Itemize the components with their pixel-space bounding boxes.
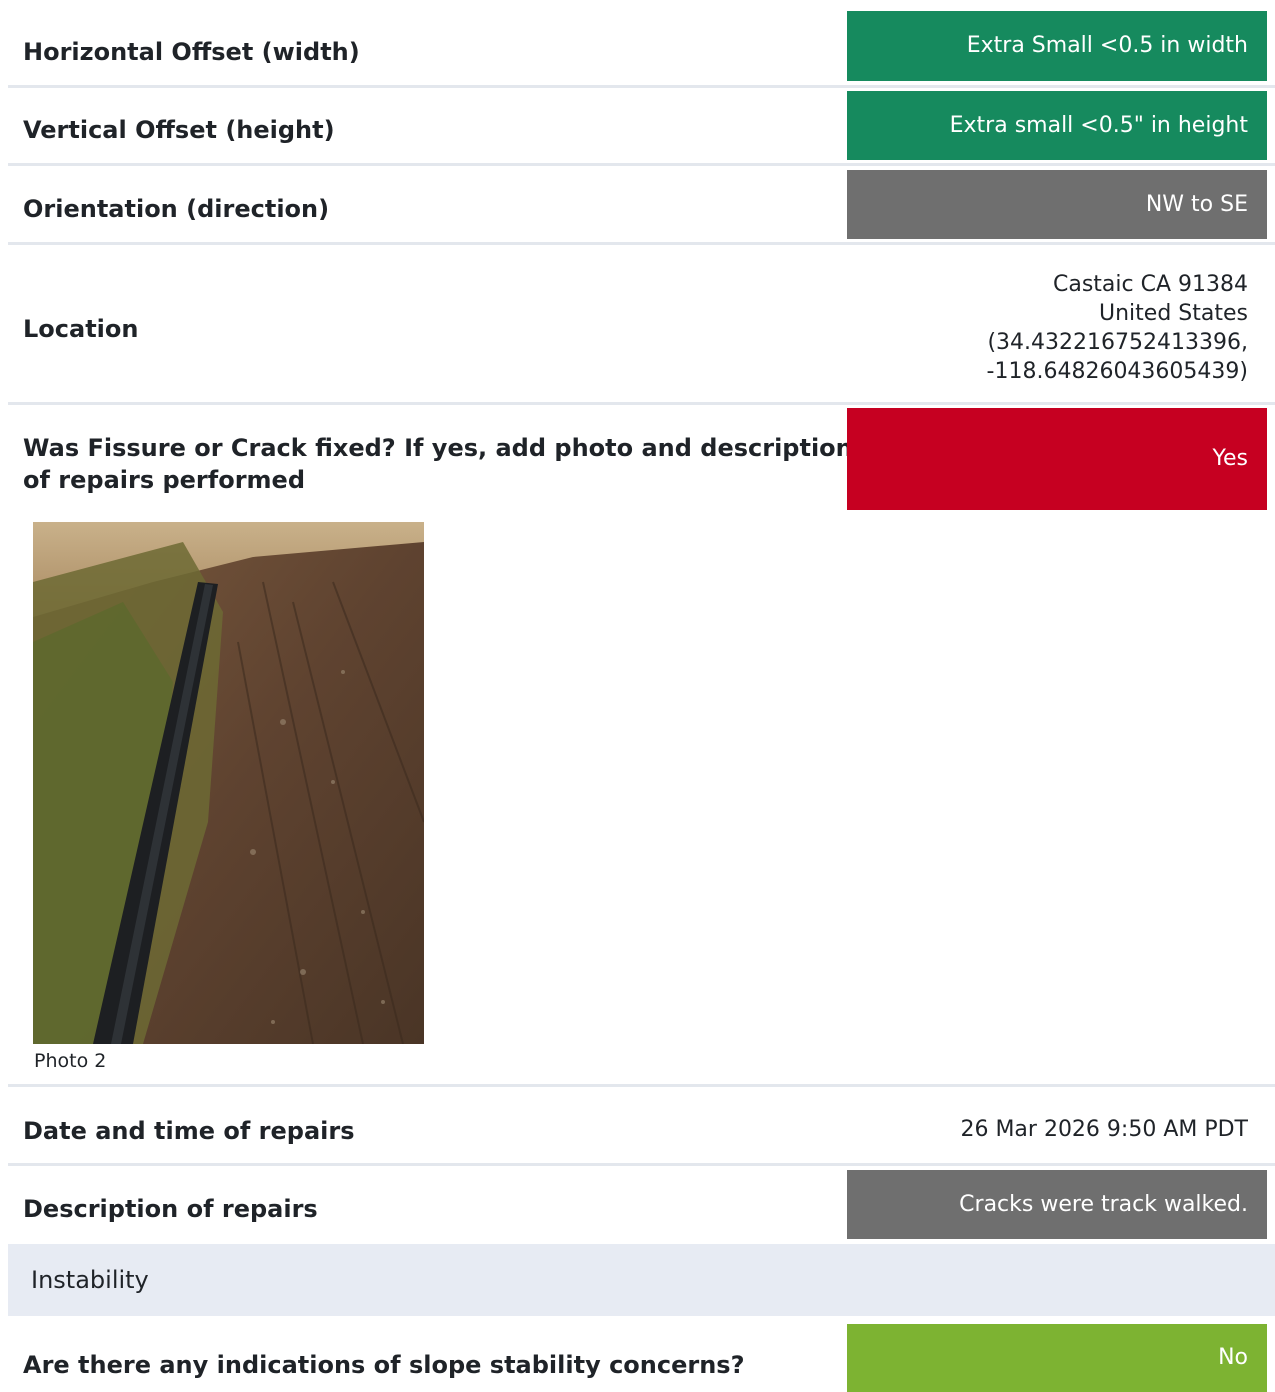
location-longitude: -118.64826043605439) [986,359,1248,384]
repair-description-label: Description of repairs [23,1195,318,1223]
repair-photo-image [33,522,424,1044]
orientation-value: NW to SE [847,170,1267,239]
horizontal-offset-label: Horizontal Offset (width) [23,38,360,66]
slope-stability-value-text: No [1218,1345,1248,1370]
crack-fixed-value: Yes [847,408,1267,510]
divider [8,1163,1275,1166]
vertical-offset-value-text: Extra small <0.5" in height [949,112,1248,138]
location-label: Location [23,315,139,343]
photo-caption: Photo 2 [34,1050,107,1072]
repair-photo[interactable] [33,522,424,1044]
repair-description-value-text: Cracks were track walked. [959,1191,1248,1217]
divider [8,402,1275,405]
divider [8,1084,1275,1087]
divider [8,163,1275,166]
slope-stability-value: No [847,1324,1267,1392]
repair-date-label: Date and time of repairs [23,1117,355,1145]
location-city: Castaic CA 91384 [1052,272,1248,297]
vertical-offset-value: Extra small <0.5" in height [847,91,1267,160]
horizontal-offset-value-text: Extra Small <0.5 in width [966,33,1248,58]
section-title: Instability [31,1266,149,1294]
slope-stability-label: Are there any indications of slope stabi… [23,1351,745,1379]
orientation-value-text: NW to SE [1145,191,1248,217]
horizontal-offset-value: Extra Small <0.5 in width [847,11,1267,81]
orientation-label: Orientation (direction) [23,195,330,223]
crack-fixed-label: Was Fissure or Crack fixed? If yes, add … [23,432,853,496]
divider [8,85,1275,88]
crack-fixed-label-line2: of repairs performed [23,466,305,494]
location-value: Castaic CA 91384 United States (34.43221… [847,270,1267,386]
location-latitude: (34.432216752413396, [987,330,1248,355]
vertical-offset-label: Vertical Offset (height) [23,116,335,144]
repair-description-value: Cracks were track walked. [847,1170,1267,1239]
crack-fixed-value-text: Yes [1212,446,1248,471]
section-header-instability: Instability [8,1244,1275,1316]
crack-fixed-label-line1: Was Fissure or Crack fixed? If yes, add … [23,434,853,462]
divider [8,242,1275,245]
location-country: United States [1099,301,1248,326]
repair-date-value: 26 Mar 2026 9:50 AM PDT [960,1117,1248,1142]
